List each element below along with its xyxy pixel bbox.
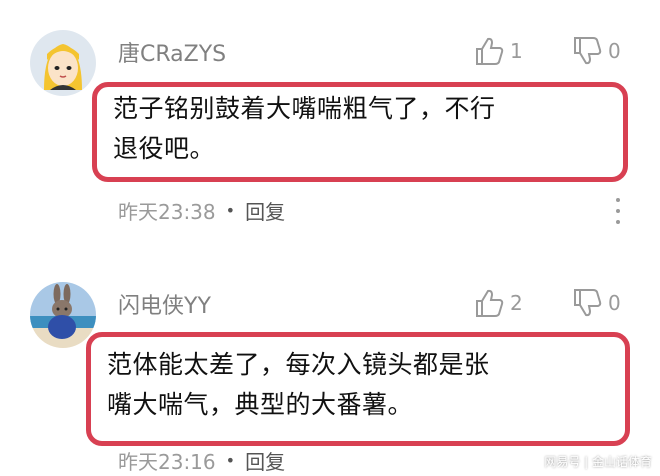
dislike-count: 0 <box>608 291 621 315</box>
cartoon-girl-avatar-icon <box>30 30 96 96</box>
comment-text-line: 嘴大喘气，典型的大番薯。 <box>107 390 414 419</box>
thumbs-up-icon <box>476 289 504 317</box>
like-button[interactable]: 1 <box>472 34 523 68</box>
like-count: 2 <box>510 291 523 315</box>
separator-dot: • <box>225 201 236 220</box>
comment-item: 闪电侠YY 2 0 范体能太差了，每次入镜头都是张 嘴大喘气，典型的大番薯。 昨… <box>0 262 660 476</box>
thumbs-down-icon <box>574 37 602 65</box>
comment-meta: 昨天23:16 • 回复 <box>118 446 285 475</box>
username[interactable]: 唐CRaZYS <box>118 36 226 68</box>
dislike-button[interactable]: 0 <box>570 34 621 68</box>
avatar[interactable] <box>30 30 96 96</box>
comment-text-line: 退役吧。 <box>113 134 216 163</box>
comment-item: 唐CRaZYS 1 0 范子铭别鼓着大嘴喘粗气了，不行 退役吧。 昨天23:38… <box>0 0 660 250</box>
comment-text-line: 范子铭别鼓着大嘴喘粗气了，不行 <box>113 94 496 123</box>
like-button[interactable]: 2 <box>472 286 523 320</box>
thumbs-down-icon <box>574 289 602 317</box>
avatar[interactable] <box>30 282 96 348</box>
comment-time: 昨天23:38 <box>118 200 216 224</box>
more-options-icon[interactable] <box>612 198 624 224</box>
bunny-beach-avatar-icon <box>30 282 96 348</box>
reply-button[interactable]: 回复 <box>245 196 285 225</box>
separator-dot: • <box>225 451 236 470</box>
username[interactable]: 闪电侠YY <box>118 288 211 320</box>
reply-button[interactable]: 回复 <box>245 446 285 475</box>
dislike-button[interactable]: 0 <box>570 286 621 320</box>
dislike-count: 0 <box>608 39 621 63</box>
thumbs-up-icon <box>476 37 504 65</box>
comment-text: 范子铭别鼓着大嘴喘粗气了，不行 退役吧。 <box>92 82 628 182</box>
comment-meta: 昨天23:38 • 回复 <box>118 196 285 225</box>
comment-text-line: 范体能太差了，每次入镜头都是张 <box>107 350 490 379</box>
like-count: 1 <box>510 39 523 63</box>
comment-text: 范体能太差了，每次入镜头都是张 嘴大喘气，典型的大番薯。 <box>86 332 630 446</box>
comment-time: 昨天23:16 <box>118 450 216 474</box>
watermark: 网易号 | 金山话体育 <box>544 455 652 469</box>
